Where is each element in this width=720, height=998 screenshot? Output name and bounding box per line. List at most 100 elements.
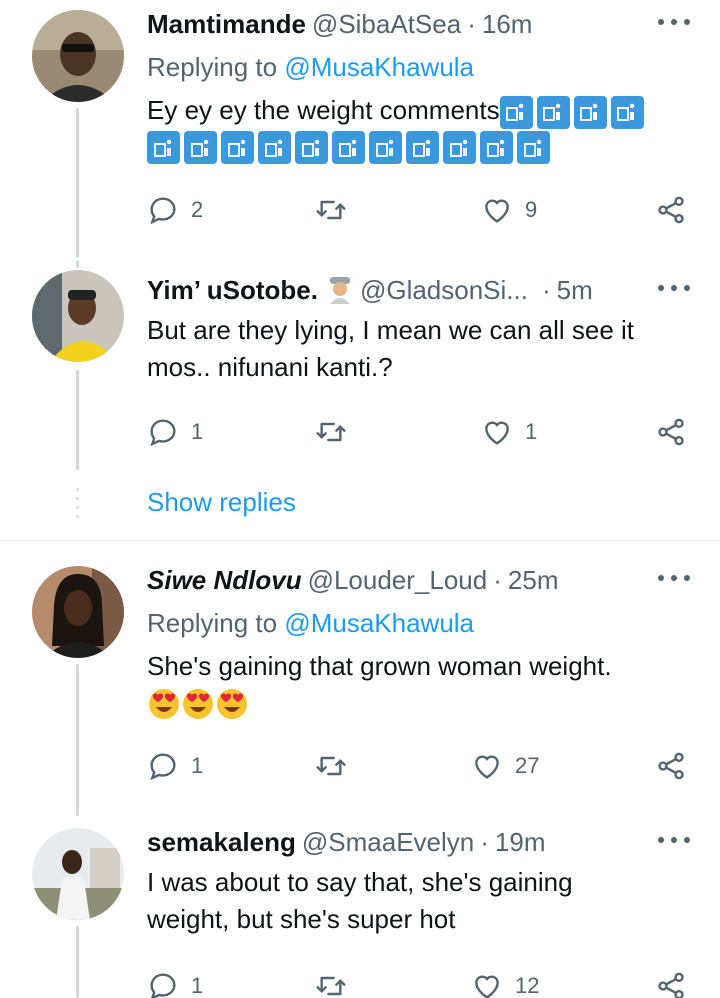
timestamp[interactable]: 19m (495, 827, 546, 858)
emoji-row (147, 687, 720, 721)
retweet-icon (316, 756, 346, 776)
person-emoji (329, 277, 350, 304)
wastebasket-emoji (517, 131, 550, 164)
reply-count: 1 (191, 973, 204, 998)
like-count: 27 (515, 753, 540, 778)
heart-eyes-emoji (181, 687, 215, 721)
reply-button[interactable]: 2 (147, 190, 203, 230)
thread-line (76, 108, 79, 258)
share-button[interactable] (655, 412, 687, 452)
timestamp[interactable]: 16m (482, 9, 533, 40)
show-replies-link[interactable]: Show replies (147, 487, 296, 518)
thread-line (76, 664, 79, 816)
timestamp[interactable]: 25m (508, 565, 559, 596)
avatar[interactable] (32, 566, 124, 658)
emoji-row-1 (499, 95, 644, 129)
wastebasket-emoji (369, 131, 402, 164)
avatar[interactable] (32, 270, 124, 362)
action-bar: 1 1 (147, 412, 692, 452)
like-button[interactable]: 9 (481, 190, 537, 230)
wastebasket-emoji (332, 131, 365, 164)
heart-icon (475, 755, 499, 779)
wastebasket-emoji (147, 131, 180, 164)
reply-icon (150, 419, 176, 447)
retweet-button[interactable] (315, 746, 359, 786)
mention-link[interactable]: @MusaKhawula (284, 52, 474, 82)
heart-icon (485, 199, 509, 223)
tweet-3[interactable]: Siwe Ndlovu @Louder_Loud · 25m Replying … (0, 556, 720, 818)
display-name[interactable]: Siwe Ndlovu (147, 565, 302, 596)
replying-to: Replying to @MusaKhawula (147, 608, 720, 640)
thread-line (76, 260, 79, 268)
retweet-button[interactable] (315, 190, 359, 230)
replying-to-label: Replying to (147, 608, 278, 638)
like-count: 9 (525, 197, 538, 222)
replying-to-label: Replying to (147, 52, 278, 82)
reply-count: 1 (191, 753, 204, 778)
share-icon (658, 752, 684, 780)
wastebasket-emoji (499, 95, 533, 129)
share-icon (658, 972, 684, 998)
avatar[interactable] (32, 828, 124, 920)
wastebasket-emoji (258, 131, 291, 164)
like-count: 1 (525, 419, 538, 444)
share-button[interactable] (655, 746, 687, 786)
heart-eyes-emoji (215, 687, 249, 721)
more-options-icon[interactable] (658, 572, 690, 584)
avatar[interactable] (32, 10, 124, 102)
reply-count: 2 (191, 197, 204, 222)
tweet-2[interactable]: Yim’ uSotobe. @GladsonSi... · 5m But are… (0, 260, 720, 480)
display-name[interactable]: Mamtimande (147, 9, 306, 40)
separator-dot: · (493, 564, 502, 595)
tweet-text-content: Ey ey ey the weight comments (147, 95, 500, 125)
wastebasket-emoji (184, 131, 217, 164)
separator-dot: · (480, 826, 489, 857)
reply-icon (150, 197, 176, 225)
like-button[interactable]: 12 (471, 966, 539, 998)
tweet-text: I was about to say that, she's gaining w… (147, 867, 573, 934)
reply-button[interactable]: 1 (147, 746, 203, 786)
separator-dot: · (467, 8, 476, 39)
divider (0, 540, 720, 541)
like-button[interactable]: 1 (481, 412, 537, 452)
user-handle[interactable]: @GladsonSi... (360, 275, 528, 306)
reply-button[interactable]: 1 (147, 412, 203, 452)
heart-icon (475, 975, 499, 998)
user-handle[interactable]: @SibaAtSea (312, 9, 461, 40)
more-options-icon[interactable] (658, 282, 690, 294)
thread-line (76, 926, 79, 998)
more-options-icon[interactable] (658, 16, 690, 28)
wastebasket-emoji (443, 131, 476, 164)
user-handle[interactable]: @Louder_Loud (308, 565, 488, 596)
wastebasket-emoji (406, 131, 439, 164)
share-icon (658, 418, 684, 446)
retweet-icon (316, 976, 346, 996)
separator-dot: · (541, 274, 551, 305)
tweet-text: Ey ey ey the weight comments (147, 92, 720, 129)
display-name[interactable]: Yim’ uSotobe. (147, 275, 318, 306)
replying-to: Replying to @MusaKhawula (147, 52, 720, 84)
wastebasket-emoji (221, 131, 254, 164)
wastebasket-emoji (610, 95, 644, 129)
action-bar: 1 27 (147, 746, 692, 786)
action-bar: 2 9 (147, 190, 692, 230)
timestamp[interactable]: 5m (557, 275, 593, 306)
wastebasket-emoji (573, 95, 607, 129)
reply-icon (150, 973, 176, 998)
emoji-row-2 (147, 131, 720, 164)
retweet-button[interactable] (315, 412, 359, 452)
share-button[interactable] (655, 190, 687, 230)
user-handle[interactable]: @SmaaEvelyn (302, 827, 474, 858)
share-button[interactable] (655, 966, 687, 998)
retweet-button[interactable] (315, 966, 359, 998)
wastebasket-emoji (480, 131, 513, 164)
more-options-icon[interactable] (658, 834, 690, 846)
like-button[interactable]: 27 (471, 746, 539, 786)
mention-link[interactable]: @MusaKhawula (284, 608, 474, 638)
display-name[interactable]: semakaleng (147, 827, 296, 858)
tweet-1[interactable]: Mamtimande @SibaAtSea · 16m Replying to … (0, 0, 720, 260)
heart-eyes-emoji (147, 687, 181, 721)
reply-icon (150, 753, 176, 781)
reply-button[interactable]: 1 (147, 966, 203, 998)
tweet-4[interactable]: semakaleng @SmaaEvelyn · 19m I was about… (0, 818, 720, 998)
